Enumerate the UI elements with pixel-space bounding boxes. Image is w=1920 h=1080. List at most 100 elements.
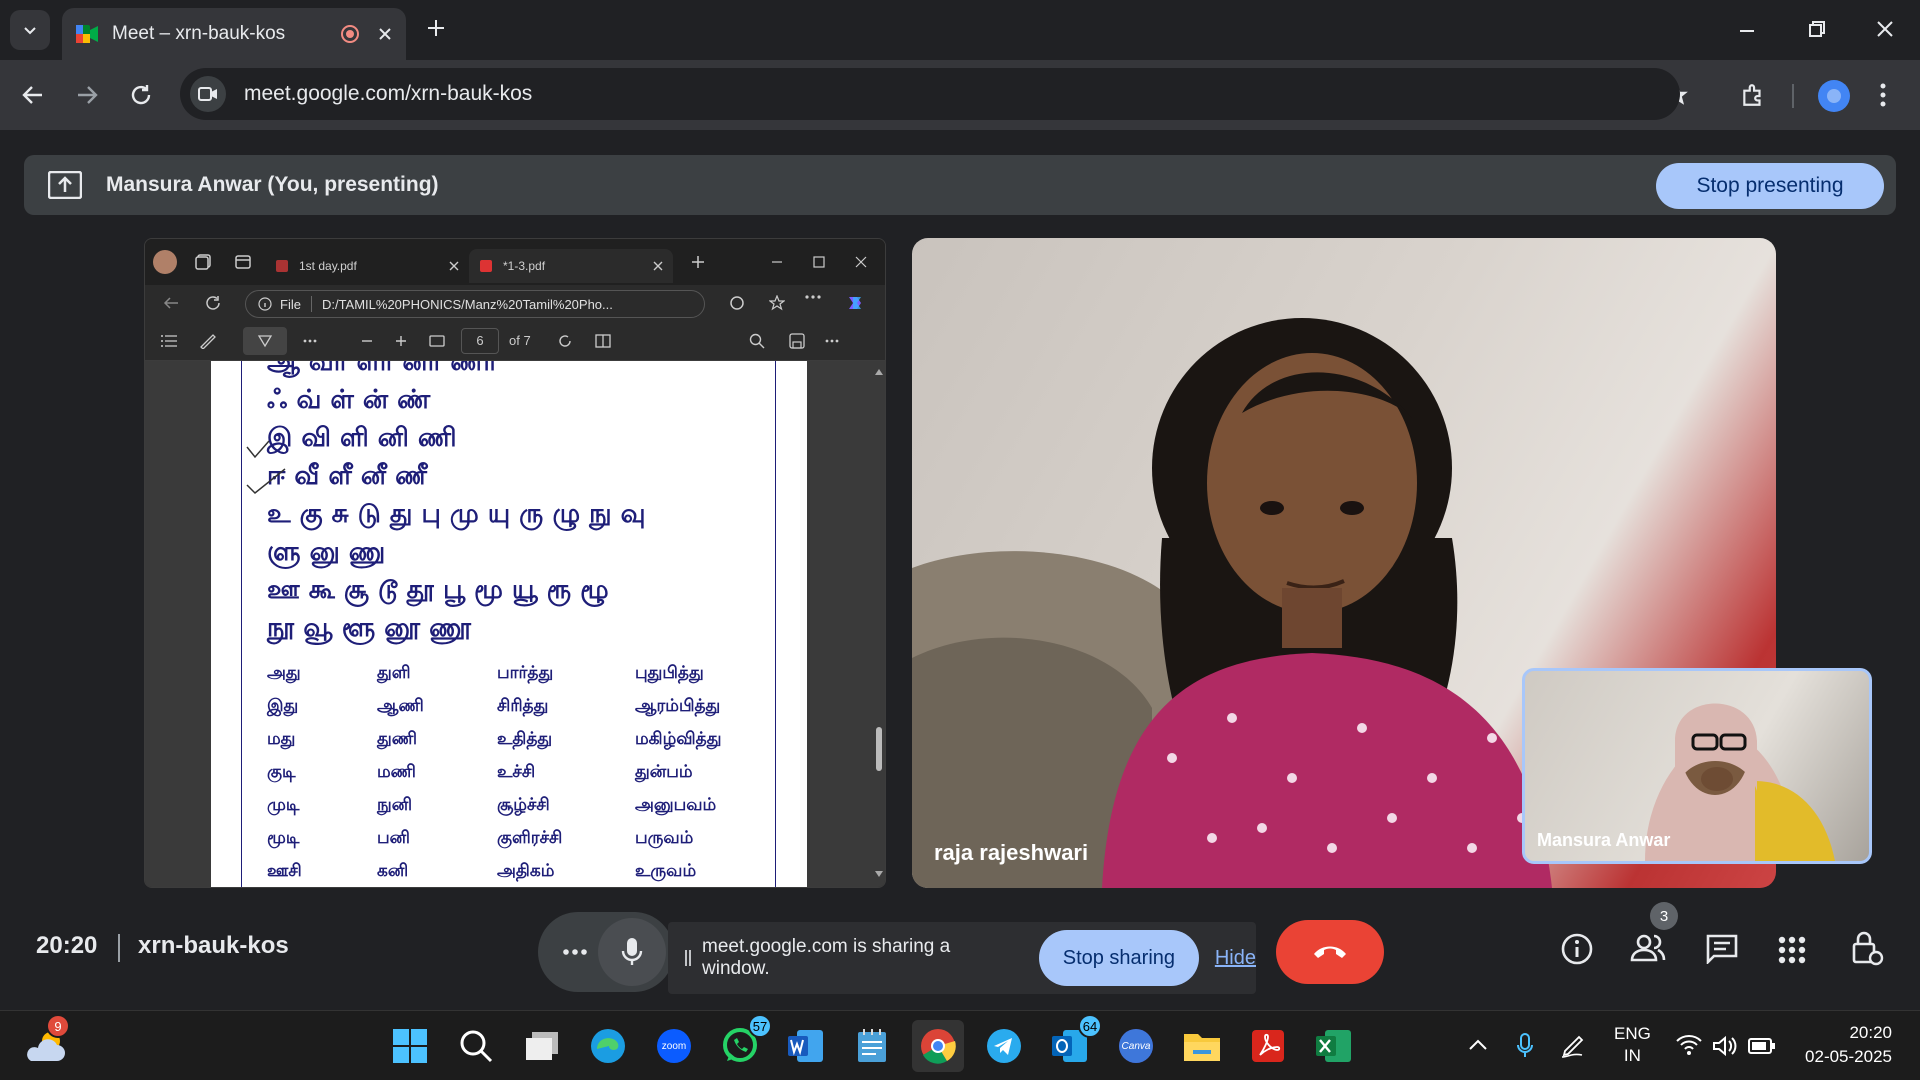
page-total: of 7: [509, 333, 531, 348]
leave-call-button[interactable]: [1276, 920, 1384, 984]
pdf-back-icon[interactable]: [163, 295, 179, 311]
edge-app-icon[interactable]: [582, 1020, 634, 1072]
info-icon: [258, 297, 272, 311]
pdf-tab-1st-day[interactable]: 1st day.pdf: [265, 249, 469, 283]
tray-microphone-icon[interactable]: [1516, 1033, 1534, 1059]
show-hidden-icons-icon[interactable]: [1468, 1039, 1488, 1051]
chat-icon[interactable]: [1706, 934, 1738, 964]
pdf-scroll-thumb[interactable]: [876, 727, 882, 771]
notepad-app-icon[interactable]: [846, 1020, 898, 1072]
pdf-minimize-icon[interactable]: [771, 256, 783, 268]
page-number-input[interactable]: 6: [461, 327, 499, 354]
pdf-new-tab-icon[interactable]: [691, 255, 705, 269]
close-window-icon[interactable]: [1876, 20, 1894, 38]
file-explorer-app-icon[interactable]: [1176, 1020, 1228, 1072]
telegram-app-icon[interactable]: [978, 1020, 1030, 1072]
start-button[interactable]: [384, 1020, 436, 1072]
microphone-button[interactable]: [598, 918, 666, 986]
restore-icon[interactable]: [1808, 20, 1826, 38]
zoom-app-icon[interactable]: zoom: [648, 1020, 700, 1072]
input-language[interactable]: ENG IN: [1614, 1023, 1651, 1067]
whatsapp-app-icon[interactable]: 57: [714, 1014, 772, 1072]
chrome-app-icon[interactable]: [912, 1020, 964, 1072]
whatsapp-badge: 57: [748, 1014, 772, 1038]
pdf-refresh-icon[interactable]: [205, 295, 221, 311]
stop-sharing-button[interactable]: Stop sharing: [1038, 930, 1199, 986]
new-tab-icon[interactable]: [426, 18, 446, 38]
back-icon[interactable]: [22, 84, 44, 106]
pdf-scrollbar[interactable]: [875, 367, 883, 879]
pdf-search-icon[interactable]: [749, 333, 765, 349]
address-bar[interactable]: meet.google.com/xrn-bauk-kos: [180, 68, 1680, 120]
edge-profile-icon[interactable]: [153, 250, 177, 274]
pdf-refresh-page-icon[interactable]: [729, 295, 745, 311]
outlook-app-icon[interactable]: 64: [1044, 1014, 1102, 1072]
people-button[interactable]: 3: [1628, 898, 1678, 968]
pdf-url-field[interactable]: File D:/TAMIL%20PHONICS/Manz%20Tamil%20P…: [245, 290, 705, 318]
chrome-menu-icon[interactable]: [1880, 82, 1886, 108]
save-icon[interactable]: [789, 332, 805, 349]
zoom-app-label: zoom: [661, 1040, 687, 1052]
pdf-address-row: File D:/TAMIL%20PHONICS/Manz%20Tamil%20P…: [145, 285, 885, 321]
battery-icon[interactable]: [1748, 1037, 1776, 1055]
browser-tab-meet[interactable]: Meet – xrn-bauk-kos: [62, 8, 406, 60]
activities-icon[interactable]: [1778, 936, 1806, 964]
highlight-icon[interactable]: [199, 333, 217, 349]
drag-handle-icon[interactable]: [684, 949, 692, 967]
zoom-in-icon[interactable]: [395, 335, 407, 347]
workspaces-icon[interactable]: [195, 254, 211, 270]
wifi-icon[interactable]: [1676, 1035, 1702, 1055]
site-info-icon[interactable]: [190, 76, 226, 112]
tab-search-chevron-icon[interactable]: [10, 10, 50, 50]
people-count-badge: 3: [1650, 902, 1678, 930]
rotate-icon[interactable]: [557, 333, 573, 349]
presenting-text: Mansura Anwar (You, presenting): [106, 173, 439, 196]
time-code-separator: [118, 934, 120, 962]
word-app-icon[interactable]: [780, 1020, 832, 1072]
copilot-icon[interactable]: [845, 293, 865, 313]
pdf-tools-more-icon[interactable]: [303, 339, 317, 343]
stop-presenting-button[interactable]: Stop presenting: [1656, 163, 1884, 209]
acrobat-app-icon[interactable]: [1242, 1020, 1294, 1072]
pdf-url-divider: [310, 296, 312, 312]
draw-icon[interactable]: [243, 326, 287, 355]
pdf-tab-close-icon[interactable]: [653, 261, 663, 271]
reload-icon[interactable]: [130, 84, 152, 106]
volume-icon[interactable]: [1712, 1035, 1738, 1057]
pdf-tab-strip: 1st day.pdf *1-3.pdf: [145, 239, 885, 285]
pdf-toolbar-more-icon[interactable]: [825, 339, 839, 343]
extensions-icon[interactable]: [1740, 82, 1766, 108]
zoom-out-icon[interactable]: [361, 335, 373, 347]
pdf-maximize-icon[interactable]: [813, 256, 825, 268]
page-view-icon[interactable]: [595, 333, 611, 348]
pdf-close-icon[interactable]: [855, 256, 867, 268]
minimize-icon[interactable]: [1738, 22, 1756, 40]
meeting-details-icon[interactable]: [1560, 932, 1594, 966]
fit-page-icon[interactable]: [429, 334, 445, 347]
participant-tile-self[interactable]: Mansura Anwar: [1522, 668, 1872, 864]
contents-icon[interactable]: [161, 334, 177, 347]
pdf-favorites-icon[interactable]: [769, 295, 785, 311]
canva-app-icon[interactable]: Canva: [1110, 1020, 1162, 1072]
hide-notification-link[interactable]: Hide: [1215, 947, 1256, 970]
word-row: அது துளி பார்த்து புதுபித்து: [267, 662, 704, 683]
system-clock[interactable]: 20:20 02-05-2025: [1796, 1021, 1892, 1069]
tab-title: Meet – xrn-bauk-kos: [112, 23, 286, 44]
profile-avatar-icon[interactable]: [1818, 80, 1850, 112]
pen-menu-icon[interactable]: [1560, 1033, 1586, 1059]
weather-widget[interactable]: 9: [20, 1014, 72, 1072]
host-controls-icon[interactable]: [1850, 930, 1884, 966]
forward-icon[interactable]: [76, 84, 98, 106]
language-region: IN: [1623, 1046, 1641, 1065]
tab-actions-icon[interactable]: [235, 254, 251, 270]
search-icon[interactable]: [450, 1020, 502, 1072]
task-view-icon[interactable]: [516, 1020, 568, 1072]
excel-app-icon[interactable]: [1308, 1020, 1360, 1072]
pdf-tab-1-3[interactable]: *1-3.pdf: [469, 249, 673, 283]
pdf-tab-close-icon[interactable]: [449, 261, 459, 271]
more-options-icon[interactable]: [552, 949, 598, 955]
tab-close-icon[interactable]: [378, 27, 392, 41]
pdf-more-icon[interactable]: [805, 295, 821, 299]
pdf-tab-label: 1st day.pdf: [299, 259, 357, 273]
canva-app-label: Canva: [1121, 1040, 1151, 1052]
